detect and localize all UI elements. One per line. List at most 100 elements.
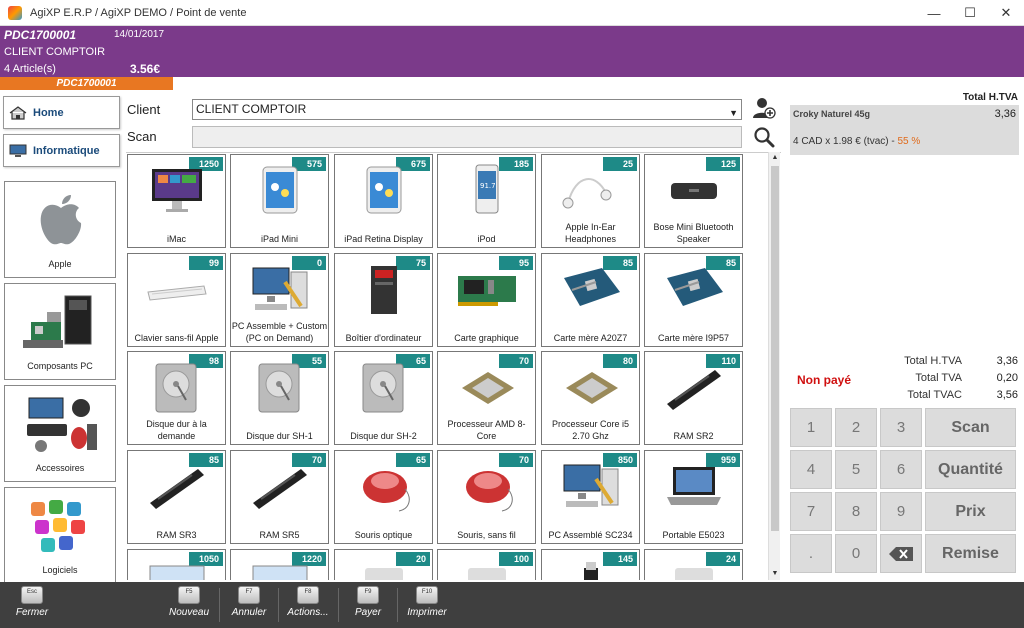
product-tile[interactable]: 100: [437, 549, 536, 580]
product-tile[interactable]: 70 Processeur AMD 8-Core: [437, 351, 536, 445]
product-tile[interactable]: 80 Processeur Core i5 2.70 Ghz: [541, 351, 640, 445]
close-button[interactable]: ✕: [988, 0, 1024, 26]
product-tile[interactable]: 24: [644, 549, 743, 580]
product-tile[interactable]: 85 Carte mère A20Z7: [541, 253, 640, 347]
key-8[interactable]: 8: [835, 492, 877, 531]
product-tile[interactable]: 65 Disque dur SH-2: [334, 351, 433, 445]
laptop-icon: [667, 467, 721, 505]
key-5[interactable]: 5: [835, 450, 877, 489]
actions-button[interactable]: F8 Actions...: [279, 584, 337, 626]
add-user-icon[interactable]: [752, 96, 776, 120]
sale-total: 3.56€: [130, 62, 161, 76]
minimize-button[interactable]: —: [916, 0, 952, 26]
product-tile[interactable]: 1050: [127, 549, 226, 580]
product-tile[interactable]: 145: [541, 549, 640, 580]
sale-header: PDC1700001 14/01/2017 CLIENT COMPTOIR 4 …: [0, 26, 1024, 77]
totals-panel: Total H.TVA 3,36 Total TVA 0,20 Total TVAC…: [860, 353, 1018, 404]
category-logiciels[interactable]: Logiciels: [4, 487, 116, 584]
product-tile[interactable]: 20: [334, 549, 433, 580]
scan-input[interactable]: [192, 126, 742, 148]
key-1[interactable]: 1: [790, 408, 832, 447]
maximize-button[interactable]: ☐: [952, 0, 988, 26]
product-tile[interactable]: 125 Bose Mini Bluetooth Speaker: [644, 154, 743, 248]
key-7[interactable]: 7: [790, 492, 832, 531]
product-tile[interactable]: 65 Souris optique: [334, 450, 433, 544]
client-select[interactable]: CLIENT COMPTOIR ▼: [192, 99, 742, 120]
product-tile[interactable]: 850 PC Assemblé SC234: [541, 450, 640, 544]
product-tile[interactable]: 75 Boîtier d'ordinateur: [334, 253, 433, 347]
product-tile[interactable]: 70 Souris, sans fil: [437, 450, 536, 544]
backspace-icon: [889, 546, 913, 561]
product-tile[interactable]: 25 Apple In-Ear Headphones: [541, 154, 640, 248]
key-4[interactable]: 4: [790, 450, 832, 489]
product-tile[interactable]: 55 Disque dur SH-1: [230, 351, 329, 445]
scroll-thumb[interactable]: [771, 166, 779, 531]
sale-tab[interactable]: PDC1700001: [0, 77, 173, 90]
svg-text:91.7: 91.7: [480, 182, 496, 190]
informatique-button[interactable]: Informatique: [3, 134, 120, 167]
scan-button[interactable]: Scan: [925, 408, 1016, 447]
close-sale-button[interactable]: Esc Fermer: [3, 584, 61, 626]
product-name: Disque dur SH-1: [246, 431, 313, 441]
scroll-up-arrow[interactable]: ▲: [769, 152, 781, 164]
search-icon[interactable]: [753, 126, 775, 148]
product-tile[interactable]: 0 PC Assemble + Custom (PC on Demand): [230, 253, 329, 347]
product-tile[interactable]: 99 Clavier sans-fil Apple: [127, 253, 226, 347]
product-name: Carte mère I9P57: [657, 333, 730, 343]
function-key-bar: Esc Fermer F5 Nouveau F7 Annuler F8 Acti…: [0, 582, 1024, 628]
key-2[interactable]: 2: [835, 408, 877, 447]
category-apple[interactable]: Apple: [4, 181, 116, 278]
motherboard-icon: [564, 268, 620, 306]
chevron-down-icon[interactable]: ▼: [729, 104, 738, 123]
key-cap: F10: [416, 586, 438, 604]
product-name: Disque dur SH-2: [350, 431, 417, 441]
backspace-button[interactable]: [880, 534, 922, 573]
product-tile[interactable]: 98 Disque dur à la demande: [127, 351, 226, 445]
client-label: Client: [127, 102, 161, 117]
product-tile[interactable]: 95 Carte graphique: [437, 253, 536, 347]
sale-reference: PDC1700001: [4, 28, 77, 42]
print-button[interactable]: F10 Imprimer: [398, 584, 456, 626]
pc-components-icon: [23, 295, 92, 348]
ram-icon: [667, 370, 721, 410]
discount-button[interactable]: Remise: [925, 534, 1016, 573]
ticket-line[interactable]: Croky Naturel 45g 3,36 4 CAD x 1.98 € (t…: [790, 105, 1019, 155]
key-3[interactable]: 3: [880, 408, 922, 447]
ticket-detail-text: 4 CAD x 1.98 € (tvac) -: [793, 136, 898, 147]
category-accessoires[interactable]: Accessoires: [4, 385, 116, 482]
price-button[interactable]: Prix: [925, 492, 1016, 531]
product-tile[interactable]: 185 91.7 iPod: [437, 154, 536, 248]
product-tile[interactable]: 85 Carte mère I9P57: [644, 253, 743, 347]
quantity-button[interactable]: Quantité: [925, 450, 1016, 489]
product-tile[interactable]: 85 RAM SR3: [127, 450, 226, 544]
home-button[interactable]: Home: [3, 96, 120, 129]
product-name: iPod: [477, 234, 496, 244]
product-name: RAM SR3: [156, 530, 197, 540]
home-icon: [9, 105, 27, 120]
product-tile[interactable]: 575 iPad Mini: [230, 154, 329, 248]
key-6[interactable]: 6: [880, 450, 922, 489]
product-tile[interactable]: 70 RAM SR5: [230, 450, 329, 544]
product-grid: 1250 iMac 575 iPad Mini 675 iPad Retina Displ…: [126, 152, 781, 580]
pay-button[interactable]: F9 Payer: [339, 584, 397, 626]
fkey-label: Payer: [354, 607, 382, 618]
product-grid-scrollbar[interactable]: ▲ ▼: [768, 152, 780, 580]
category-composants-pc[interactable]: Composants PC: [4, 283, 116, 380]
category-label: Apple: [48, 259, 72, 269]
sale-date: 14/01/2017: [114, 29, 165, 40]
key-decimal[interactable]: .: [790, 534, 832, 573]
product-tile[interactable]: 959 Portable E5023: [644, 450, 743, 544]
cancel-button[interactable]: F7 Annuler: [220, 584, 278, 626]
key-0[interactable]: 0: [835, 534, 877, 573]
product-tile[interactable]: 110 RAM SR2: [644, 351, 743, 445]
pc-icon: [563, 464, 619, 507]
product-tile[interactable]: 675 iPad Retina Display: [334, 154, 433, 248]
key-9[interactable]: 9: [880, 492, 922, 531]
product-tile[interactable]: 1220: [230, 549, 329, 580]
new-sale-button[interactable]: F5 Nouveau: [160, 584, 218, 626]
app-icon: [8, 5, 22, 20]
generic-icon: [365, 568, 403, 580]
product-name: Clavier sans-fil Apple: [134, 333, 219, 343]
product-tile[interactable]: 1250 iMac: [127, 154, 226, 248]
scroll-down-arrow[interactable]: ▼: [769, 568, 781, 580]
